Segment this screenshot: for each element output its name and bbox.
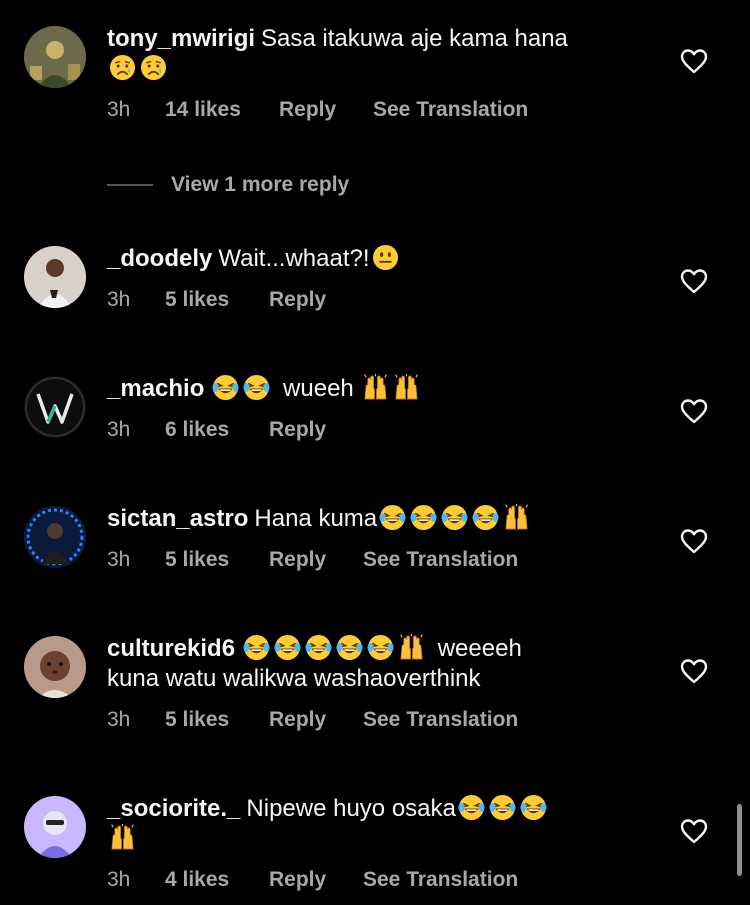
like-heart-icon[interactable]	[680, 658, 708, 686]
reply-button[interactable]: Reply	[269, 708, 363, 732]
scrollbar[interactable]	[737, 804, 742, 876]
laughing-face-icon	[458, 794, 485, 821]
reply-button[interactable]: Reply	[269, 418, 363, 442]
username-link[interactable]: _doodely	[107, 245, 212, 272]
avatar[interactable]	[24, 636, 86, 698]
like-heart-icon[interactable]	[680, 48, 708, 76]
see-translation-button[interactable]: See Translation	[363, 708, 518, 732]
comment-text: sictan_astro Hana kuma	[107, 504, 657, 534]
raised-hands-icon	[398, 634, 425, 661]
comment-message: Wait...whaat?!	[218, 245, 370, 272]
crying-face-icon	[140, 54, 167, 81]
laughing-face-icon	[489, 794, 516, 821]
like-heart-icon[interactable]	[680, 818, 708, 846]
likes-count[interactable]: 5 likes	[165, 548, 269, 572]
reply-button[interactable]: Reply	[269, 868, 363, 892]
laughing-face-icon	[305, 634, 332, 661]
raised-hands-icon	[362, 374, 389, 401]
reply-button[interactable]: Reply	[269, 288, 363, 312]
see-translation-button[interactable]: See Translation	[363, 868, 518, 892]
laughing-face-icon	[243, 374, 270, 401]
comment-text: tony_mwirigi Sasa itakuwa aje kama hana	[107, 24, 657, 84]
avatar[interactable]	[24, 506, 86, 568]
laughing-face-icon	[243, 634, 270, 661]
comment-meta: 3h 5 likes Reply See Translation	[107, 548, 657, 572]
likes-count[interactable]: 5 likes	[165, 288, 269, 312]
comment-body: culturekid6 weeeeh kuna watu walikwa was…	[107, 634, 657, 732]
comment-meta: 3h 6 likes Reply	[107, 418, 657, 442]
comment-body: _sociorite._ Nipewe huyo osaka 3h 4 likes R…	[107, 794, 657, 892]
view-more-replies[interactable]: View 1 more reply	[107, 170, 349, 200]
comment-message: Sasa itakuwa aje kama hana	[261, 25, 568, 52]
raised-hands-icon	[109, 824, 136, 851]
comment-text: culturekid6 weeeeh kuna watu walikwa was…	[107, 634, 657, 694]
comment-message: Hana kuma	[254, 505, 378, 532]
comment-body: _machio wueeh 3h 6 likes Reply	[107, 374, 657, 442]
username-link[interactable]: culturekid6	[107, 635, 235, 662]
comment-message: wueeh	[283, 375, 354, 402]
like-heart-icon[interactable]	[680, 268, 708, 296]
comment-meta: 3h 5 likes Reply	[107, 288, 657, 312]
likes-count[interactable]: 5 likes	[165, 708, 269, 732]
laughing-face-icon	[336, 634, 363, 661]
laughing-face-icon	[367, 634, 394, 661]
comment-body: tony_mwirigi Sasa itakuwa aje kama hana 3…	[107, 24, 657, 122]
like-heart-icon[interactable]	[680, 528, 708, 556]
comment-message: weeeeh	[437, 635, 522, 662]
comment-text: _machio wueeh	[107, 374, 657, 404]
comment-timestamp: 3h	[107, 288, 131, 311]
laughing-face-icon	[274, 634, 301, 661]
like-heart-icon[interactable]	[680, 398, 708, 426]
laughing-face-icon	[520, 794, 547, 821]
avatar[interactable]	[24, 376, 86, 438]
comment-meta: 3h 14 likes Reply See Translation	[107, 98, 657, 122]
laughing-face-icon	[472, 504, 499, 531]
username-link[interactable]: _sociorite._	[107, 795, 240, 822]
comment-meta: 3h 5 likes Reply See Translation	[107, 708, 657, 732]
crying-face-icon	[109, 54, 136, 81]
likes-count[interactable]: 4 likes	[165, 868, 269, 892]
reply-button[interactable]: Reply	[279, 98, 373, 122]
comment-message-line2: kuna watu walikwa washaoverthink	[107, 665, 481, 692]
avatar[interactable]	[24, 26, 86, 88]
laughing-face-icon	[212, 374, 239, 401]
laughing-face-icon	[441, 504, 468, 531]
comment-message: Nipewe huyo osaka	[246, 795, 456, 822]
divider-line	[107, 184, 153, 186]
laughing-face-icon	[379, 504, 406, 531]
comment-meta: 3h 4 likes Reply See Translation	[107, 868, 657, 892]
see-translation-button[interactable]: See Translation	[363, 548, 518, 572]
avatar[interactable]	[24, 246, 86, 308]
likes-count[interactable]: 6 likes	[165, 418, 269, 442]
raised-hands-icon	[393, 374, 420, 401]
raised-hands-icon	[503, 504, 530, 531]
avatar[interactable]	[24, 796, 86, 858]
likes-count[interactable]: 14 likes	[165, 98, 279, 122]
comment-timestamp: 3h	[107, 708, 131, 731]
comment-timestamp: 3h	[107, 868, 131, 891]
neutral-face-icon	[372, 244, 399, 271]
comment-body: sictan_astro Hana kuma 3h 5 likes Reply See …	[107, 504, 657, 572]
comment-text: _sociorite._ Nipewe huyo osaka	[107, 794, 657, 854]
view-more-replies-label[interactable]: View 1 more reply	[171, 173, 349, 197]
username-link[interactable]: sictan_astro	[107, 505, 248, 532]
see-translation-button[interactable]: See Translation	[373, 98, 528, 122]
reply-button[interactable]: Reply	[269, 548, 363, 572]
comment-text: _doodely Wait...whaat?!	[107, 244, 657, 274]
username-link[interactable]: _machio	[107, 375, 204, 402]
comment-timestamp: 3h	[107, 98, 131, 121]
laughing-face-icon	[410, 504, 437, 531]
comment-body: _doodely Wait...whaat?! 3h 5 likes Reply	[107, 244, 657, 312]
comment-timestamp: 3h	[107, 548, 131, 571]
username-link[interactable]: tony_mwirigi	[107, 25, 255, 52]
comment-timestamp: 3h	[107, 418, 131, 441]
